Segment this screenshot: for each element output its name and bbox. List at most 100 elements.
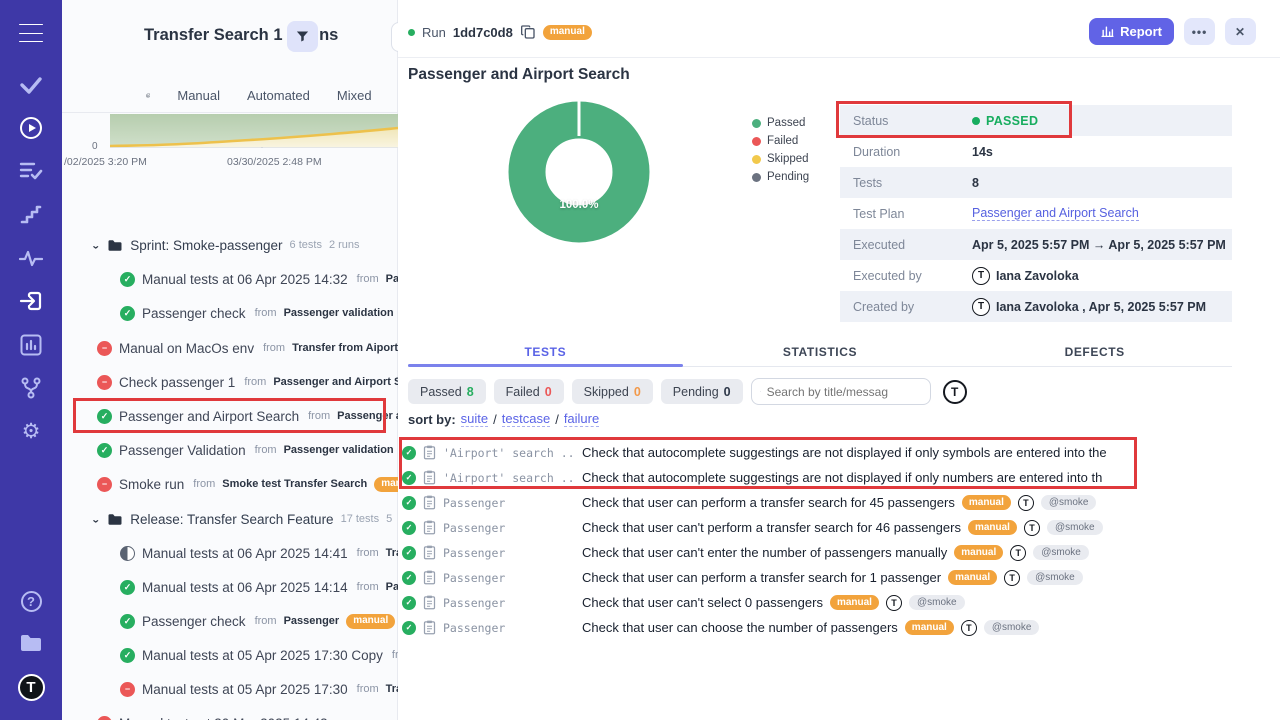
run-item[interactable]: ✓ Manual tests at 06 Apr 2025 14:32 from… — [120, 267, 398, 291]
run-item[interactable]: − Manual tests at 30 Mar 2025 14:43 — [97, 711, 398, 720]
more-button[interactable]: ••• — [1184, 18, 1215, 45]
test-title[interactable]: Check that autocomplete suggestings are … — [582, 445, 1107, 460]
test-row[interactable]: ✓ Passenger Check that user can perform … — [402, 565, 1278, 590]
run-item[interactable]: ✓ Passenger check from Passenger validat… — [120, 301, 398, 325]
run-item[interactable]: − Manual on MacOs env from Transfer from… — [97, 336, 398, 360]
from-label: from — [357, 273, 379, 285]
legend-item-passed: Passed — [752, 114, 809, 132]
tab-automated[interactable]: Automated — [247, 88, 310, 103]
run-item[interactable]: ✓ Passenger check from Passenger manual … — [120, 609, 398, 633]
status-filters: Passed 8 Failed 0 Skipped 0 Pending 0 T — [408, 378, 967, 405]
tab-mixed[interactable]: Mixed — [337, 88, 372, 103]
test-title[interactable]: Check that user can't select 0 passenger… — [582, 595, 823, 610]
bar-chart-icon[interactable] — [0, 333, 62, 357]
sort-by-testcase[interactable]: testcase — [502, 411, 550, 427]
from-label: from — [357, 683, 379, 695]
smoke-tag[interactable]: @smoke — [1033, 545, 1089, 560]
chart-legend: Passed Failed Skipped Pending — [752, 114, 809, 186]
filter-skipped-chip[interactable]: Skipped 0 — [572, 379, 653, 404]
select-all-icon[interactable] — [146, 87, 150, 104]
filter-failed-chip[interactable]: Failed 0 — [494, 379, 564, 404]
run-source: Transfer from Aiport — [292, 342, 398, 354]
smoke-tag[interactable]: @smoke — [984, 620, 1040, 635]
suite-name: Passenger — [443, 571, 575, 585]
test-title[interactable]: Check that user can perform a transfer s… — [582, 570, 941, 585]
tab-manual[interactable]: Manual — [177, 88, 220, 103]
run-item[interactable]: ✓ Manual tests at 06 Apr 2025 14:14 from… — [120, 575, 398, 599]
branch-icon[interactable] — [0, 376, 62, 400]
detail-row-executed-by: Executed by T Iana Zavoloka — [840, 260, 1232, 291]
tab-defects[interactable]: DEFECTS — [957, 345, 1232, 368]
detail-row-duration: Duration 14s — [840, 136, 1232, 167]
test-row[interactable]: ✓ 'Airport' search ... Check that autoco… — [402, 465, 1278, 490]
report-chart-icon — [1101, 25, 1114, 38]
test-title[interactable]: Check that user can perform a transfer s… — [582, 495, 955, 510]
smoke-tag[interactable]: @smoke — [1041, 495, 1097, 510]
test-row[interactable]: ✓ Passenger Check that user can choose t… — [402, 615, 1278, 640]
filter-passed-chip[interactable]: Passed 8 — [408, 379, 486, 404]
legend-item-skipped: Skipped — [752, 150, 809, 168]
folder-runs-count: 2 runs — [329, 239, 360, 251]
sign-in-icon[interactable] — [0, 289, 62, 313]
test-row[interactable]: ✓ Passenger Check that user can't select… — [402, 590, 1278, 615]
steps-icon[interactable] — [0, 204, 62, 226]
folder-icon[interactable] — [0, 632, 62, 654]
avatar: T — [1018, 495, 1034, 511]
test-title[interactable]: Check that user can't perform a transfer… — [582, 520, 961, 535]
from-label: from — [357, 581, 379, 593]
testomat-logo-icon[interactable]: T — [0, 673, 62, 701]
help-icon[interactable]: ? — [0, 590, 62, 612]
tests-search-box[interactable] — [751, 378, 931, 405]
run-item[interactable]: ✓ Manual tests at 05 Apr 2025 17:30 Copy… — [120, 643, 398, 667]
report-button[interactable]: Report — [1089, 18, 1174, 45]
run-label: Manual tests at 05 Apr 2025 17:30 Copy — [142, 648, 383, 663]
settings-gear-icon[interactable]: ⚙ — [0, 419, 62, 443]
sort-by-failure[interactable]: failure — [564, 411, 599, 427]
results-donut-chart — [505, 98, 653, 246]
from-label: from — [255, 307, 277, 319]
chevron-down-icon[interactable]: ⌄ — [91, 514, 100, 524]
test-plan-link[interactable]: Passenger and Airport Search — [972, 206, 1139, 221]
smoke-tag[interactable]: @smoke — [1027, 570, 1083, 585]
chart-x-label-1: /02/2025 3:20 PM — [64, 156, 147, 168]
tree-folder[interactable]: ⌄ Release: Transfer Search Feature 17 te… — [91, 507, 398, 531]
filter-pending-chip[interactable]: Pending 0 — [661, 379, 743, 404]
smoke-tag[interactable]: @smoke — [1047, 520, 1103, 535]
suite-name: Passenger — [443, 521, 575, 535]
run-item[interactable]: Manual tests at 06 Apr 2025 14:41 from T… — [120, 541, 398, 565]
test-row[interactable]: ✓ Passenger Check that user can perform … — [402, 490, 1278, 515]
sidebar: ⚙ ? T — [0, 0, 62, 720]
status-passed-icon: ✓ — [120, 648, 135, 663]
tree-folder[interactable]: ⌄ Sprint: Smoke-passenger 6 tests 2 runs — [91, 233, 398, 257]
run-item[interactable]: − Check passenger 1 from Passenger and A… — [97, 370, 398, 394]
run-item[interactable]: − Manual tests at 05 Apr 2025 17:30 from… — [120, 677, 398, 701]
chevron-down-icon[interactable]: ⌄ — [91, 240, 100, 250]
test-title[interactable]: Check that user can choose the number of… — [582, 620, 898, 635]
tests-search-input[interactable] — [767, 385, 922, 399]
breadcrumb-project[interactable]: Transfer Search 1 — [144, 26, 283, 44]
smoke-tag[interactable]: @smoke — [909, 595, 965, 610]
activity-icon[interactable] — [0, 247, 62, 269]
run-label: Check passenger 1 — [119, 375, 235, 390]
filter-button[interactable] — [287, 21, 318, 52]
test-row[interactable]: ✓ 'Airport' search ... Check that autoco… — [402, 440, 1278, 465]
test-row[interactable]: ✓ Passenger Check that user can't enter … — [402, 540, 1278, 565]
run-item[interactable]: − Smoke run from Smoke test Transfer Sea… — [97, 472, 398, 496]
test-title[interactable]: Check that user can't enter the number o… — [582, 545, 947, 560]
sort-bar: sort by: suite / testcase / failure — [408, 411, 599, 427]
menu-icon[interactable] — [0, 20, 62, 46]
report-label: Report — [1120, 24, 1162, 39]
copy-icon[interactable] — [520, 24, 536, 40]
play-circle-icon[interactable] — [0, 116, 62, 140]
close-run-button[interactable]: ✕ — [1225, 18, 1256, 45]
sort-by-suite[interactable]: suite — [461, 411, 488, 427]
test-row[interactable]: ✓ Passenger Check that user can't perfor… — [402, 515, 1278, 540]
check-icon[interactable] — [0, 74, 62, 96]
list-check-icon[interactable] — [0, 159, 62, 181]
run-item[interactable]: ✓ Passenger Validation from Passenger va… — [97, 438, 398, 462]
tab-statistics[interactable]: STATISTICS — [683, 345, 958, 368]
run-item-selected[interactable]: ✓ Passenger and Airport Search from Pass… — [97, 404, 398, 428]
detail-row-created-by: Created by T Iana Zavoloka , Apr 5, 2025… — [840, 291, 1232, 322]
ai-logo-button[interactable]: T — [943, 380, 967, 404]
test-title[interactable]: Check that autocomplete suggestings are … — [582, 470, 1102, 485]
